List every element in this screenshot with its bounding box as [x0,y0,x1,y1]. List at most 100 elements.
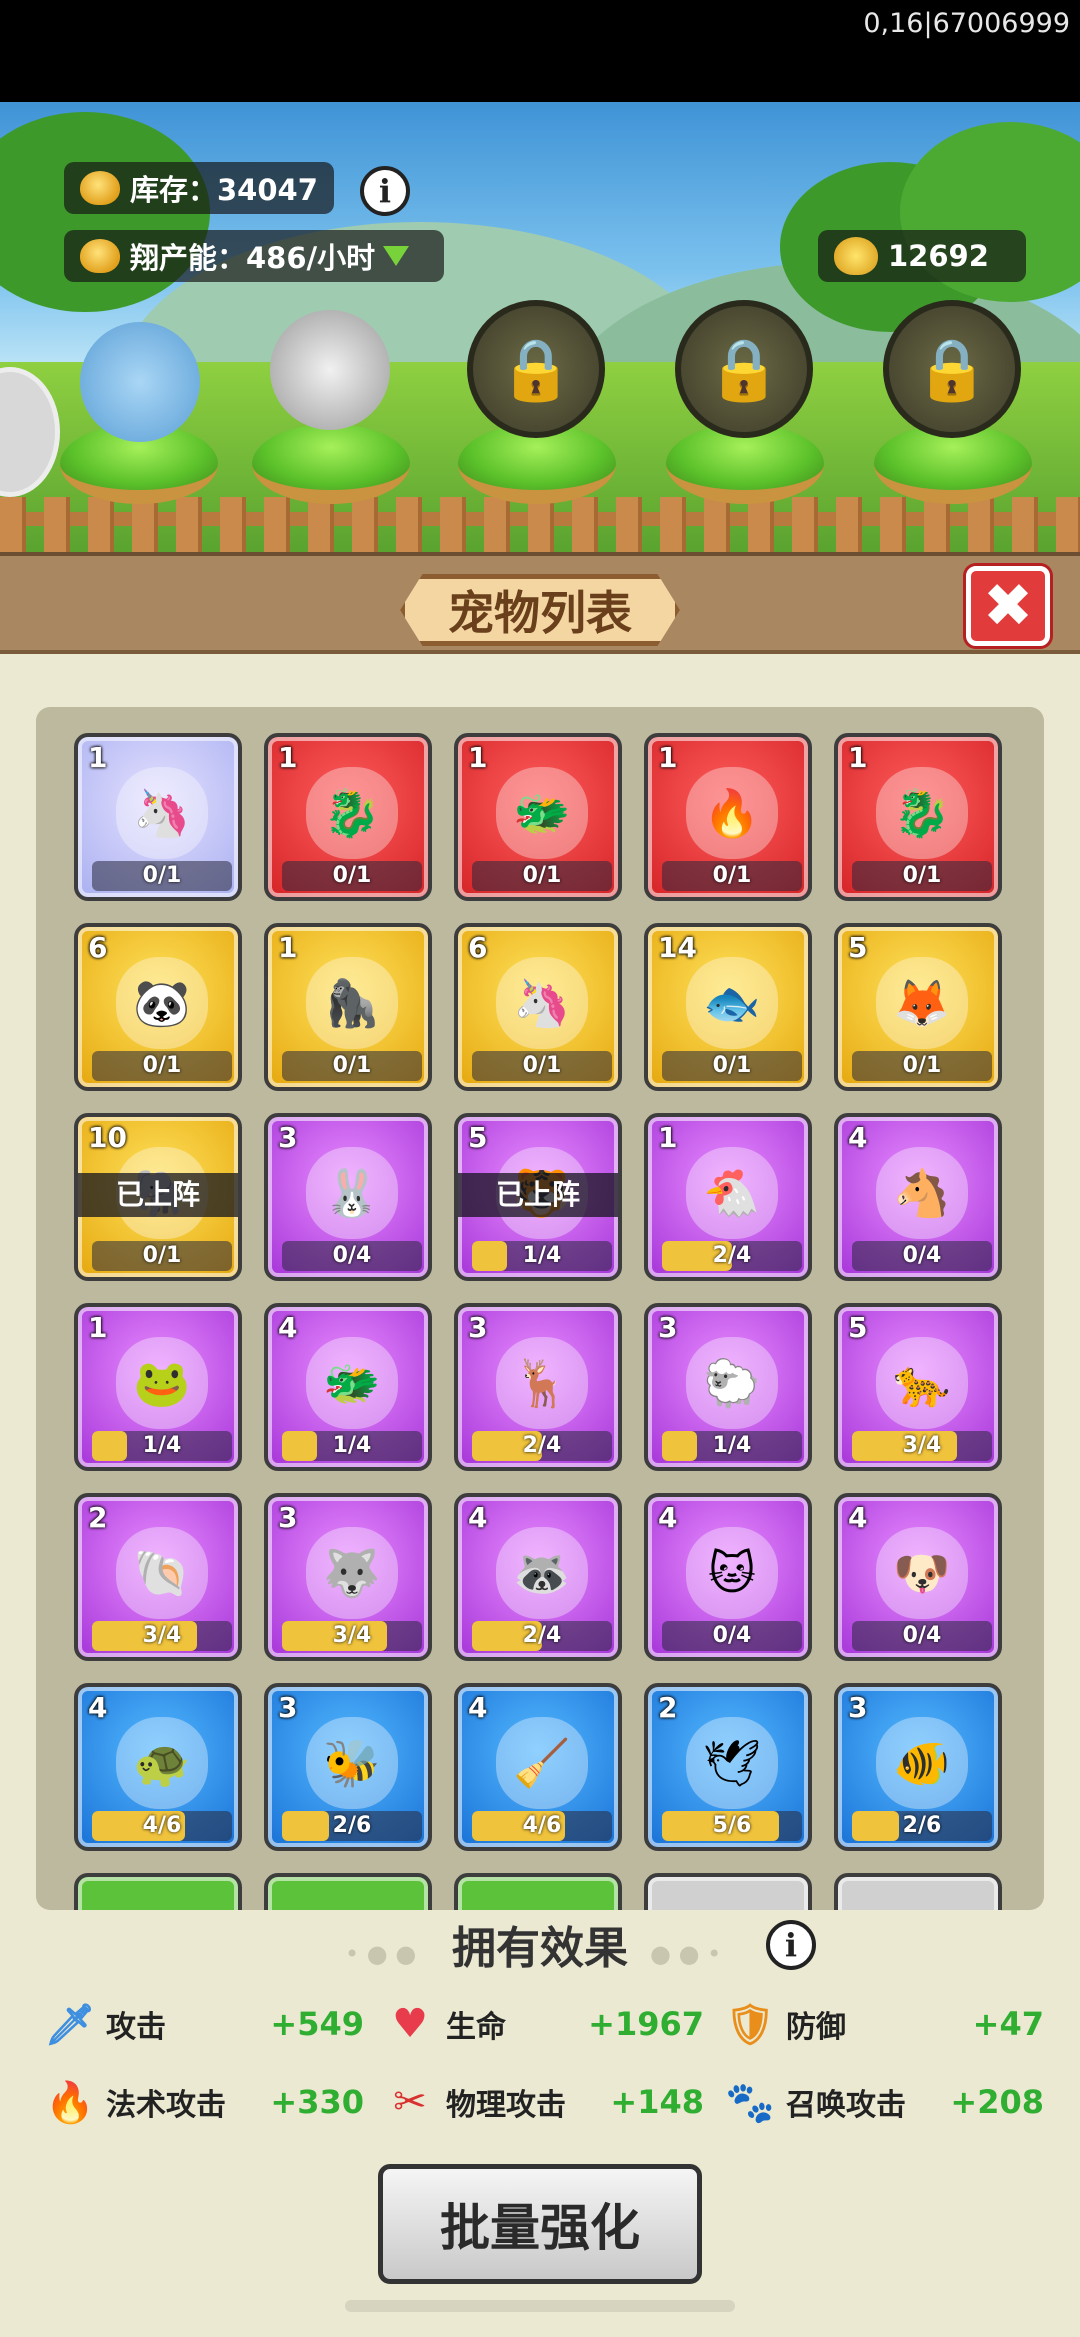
pet-card[interactable]: 🐼 6 0/1 [74,923,242,1091]
effect-label: 攻击 [106,2010,166,2045]
pet-card-partial[interactable] [834,1873,1002,1910]
panda-icon: 🐼 [116,957,208,1049]
pet-level: 3 [848,1691,868,1724]
pet-progress-text: 0/1 [522,863,562,888]
close-button[interactable]: ✖ [966,566,1050,646]
dove-icon: 🕊 [686,1717,778,1809]
pet-card[interactable]: 🐸 1 1/4 [74,1303,242,1471]
pet-level: 2 [658,1691,678,1724]
pet-card[interactable]: 🐠 3 2/6 [834,1683,1002,1851]
pet-progress-text: 3/4 [332,1623,372,1648]
pet-card[interactable]: 🐢 4 4/6 [74,1683,242,1851]
heart-icon: ♥ [392,2001,428,2047]
deployed-badge: 已上阵 [458,1173,618,1217]
pet-progress-text: 2/4 [522,1433,562,1458]
panel-title: 宠物列表 [400,574,680,646]
red-panda-icon: 🦝 [496,1527,588,1619]
pet-grid[interactable]: 🦄 1 0/1 🐉 1 0/1 🐲 1 0/1 🔥 1 0/1 🐉 1 0/1 🐼 6 0/1 🦍 1 0/1 🦄 6 0/1… [36,707,1044,1910]
pet-card[interactable]: 🐯51/4已上阵 [454,1113,622,1281]
pet-card[interactable]: 🦌 3 2/4 [454,1303,622,1471]
pet-progress-text: 0/4 [902,1243,942,1268]
pet-card[interactable]: 🐴 4 0/4 [834,1113,1002,1281]
pet-level: 1 [278,741,298,774]
pet-card-partial[interactable] [74,1873,242,1910]
production-counter: 翔产能：486/小时 [64,230,444,282]
pet-progress-text: 1/4 [332,1433,372,1458]
pet-card[interactable]: 🐶 4 0/4 [834,1493,1002,1661]
wolf-icon: 🐺 [306,1527,398,1619]
pet-level: 4 [848,1121,868,1154]
pet-progress-bar: 0/1 [852,1051,992,1081]
fence-decor [0,497,1080,552]
broom-icon: 🧹 [496,1717,588,1809]
pet-level: 5 [848,1311,868,1344]
pet-progress-bar: 0/1 [92,861,232,891]
locked-slot-4[interactable]: 🔒 [675,300,813,438]
pet-card[interactable]: 🐰 3 0/4 [264,1113,432,1281]
pet-card[interactable]: 🐘100/1已上阵 [74,1113,242,1281]
locked-slot-3[interactable]: 🔒 [467,300,605,438]
pet-progress-text: 2/4 [712,1243,752,1268]
pet-card[interactable]: 🦍 1 0/1 [264,923,432,1091]
pet-card[interactable]: 🔥 1 0/1 [644,733,812,901]
pet-progress-bar: 3/4 [282,1621,422,1651]
pet-card-partial[interactable] [644,1873,812,1910]
effects-title: 拥有效果 [452,1923,628,1974]
pet-card[interactable]: 🐺 3 3/4 [264,1493,432,1661]
pet-card[interactable]: 🐉 1 0/1 [834,733,1002,901]
pet-progress-text: 0/1 [142,1243,182,1268]
pet-card[interactable]: 🐲 1 0/1 [454,733,622,901]
pet-progress-bar: 1/4 [282,1431,422,1461]
pet-card[interactable]: 🐲 4 1/4 [264,1303,432,1471]
pet-progress-bar: 0/1 [92,1241,232,1271]
pet-progress-bar: 0/1 [662,861,802,891]
pet-stage-scene: 🔒 🔒 🔒 库存：34047 i 翔产能：486/小时 12692 [0,102,1080,552]
pet-progress-bar: 0/4 [282,1241,422,1271]
pet-list-panel: 宠物列表 ✖ 🦄 1 0/1 🐉 1 0/1 🐲 1 0/1 🔥 1 0/1 🐉 1 0/1 🐼 6 0/1 🦍 1 0… [0,552,1080,2337]
pet-slot-2[interactable] [252,424,410,504]
pet-card[interactable]: 🐱 4 0/4 [644,1493,812,1661]
pet-card[interactable]: 🐑 3 1/4 [644,1303,812,1471]
effects-info-button[interactable]: i [766,1920,816,1970]
frog-icon: 🐸 [116,1337,208,1429]
batch-upgrade-button[interactable]: 批量强化 [378,2164,702,2284]
deployed-badge: 已上阵 [78,1173,238,1217]
pet-card[interactable]: 🐔 1 2/4 [644,1113,812,1281]
azure-dragon-icon: 🐲 [496,767,588,859]
pet-card[interactable]: 🐝 3 2/6 [264,1683,432,1851]
pet-card-partial[interactable] [454,1873,622,1910]
effect-value: +208 [950,2083,1044,2121]
effect-label: 法术攻击 [106,2088,226,2123]
gorilla-icon: 🦍 [306,957,398,1049]
pet-progress-bar: 0/1 [852,861,992,891]
pet-progress-text: 0/1 [142,1053,182,1078]
effect-physical-attack: ✂ 物理攻击 +148 [384,2074,704,2130]
pet-progress-bar: 0/1 [472,861,612,891]
pet-progress-text: 2/4 [522,1623,562,1648]
pet-card[interactable]: 🐟 14 0/1 [644,923,812,1091]
red-dragon-icon: 🐲 [306,1337,398,1429]
red-fish-icon: 🐟 [686,957,778,1049]
pet-card[interactable]: 🦄 6 0/1 [454,923,622,1091]
poop-coin-icon [80,239,120,273]
elephant-pet-avatar[interactable] [80,322,200,442]
pet-level: 1 [658,741,678,774]
pet-card[interactable]: 🐚 2 3/4 [74,1493,242,1661]
dropdown-triangle-icon[interactable] [383,246,410,266]
pet-card[interactable]: 🕊 2 5/6 [644,1683,812,1851]
pet-card[interactable]: 🐉 1 0/1 [264,733,432,901]
locked-slot-5[interactable]: 🔒 [883,300,1021,438]
pet-card[interactable]: 🦄 1 0/1 [74,733,242,901]
pet-level: 14 [658,931,697,964]
pet-progress-text: 1/4 [712,1433,752,1458]
snow-leopard-pet-avatar[interactable] [270,310,390,430]
stock-label: 库存：34047 [130,173,318,207]
pet-level: 6 [468,931,488,964]
pet-card-partial[interactable] [264,1873,432,1910]
stock-info-button[interactable]: i [360,166,410,216]
pet-card[interactable]: 🦊 5 0/1 [834,923,1002,1091]
pet-card[interactable]: 🧹 4 4/6 [454,1683,622,1851]
pet-card[interactable]: 🦝 4 2/4 [454,1493,622,1661]
pet-card[interactable]: 🐆 5 3/4 [834,1303,1002,1471]
pet-progress-bar: 2/6 [282,1811,422,1841]
